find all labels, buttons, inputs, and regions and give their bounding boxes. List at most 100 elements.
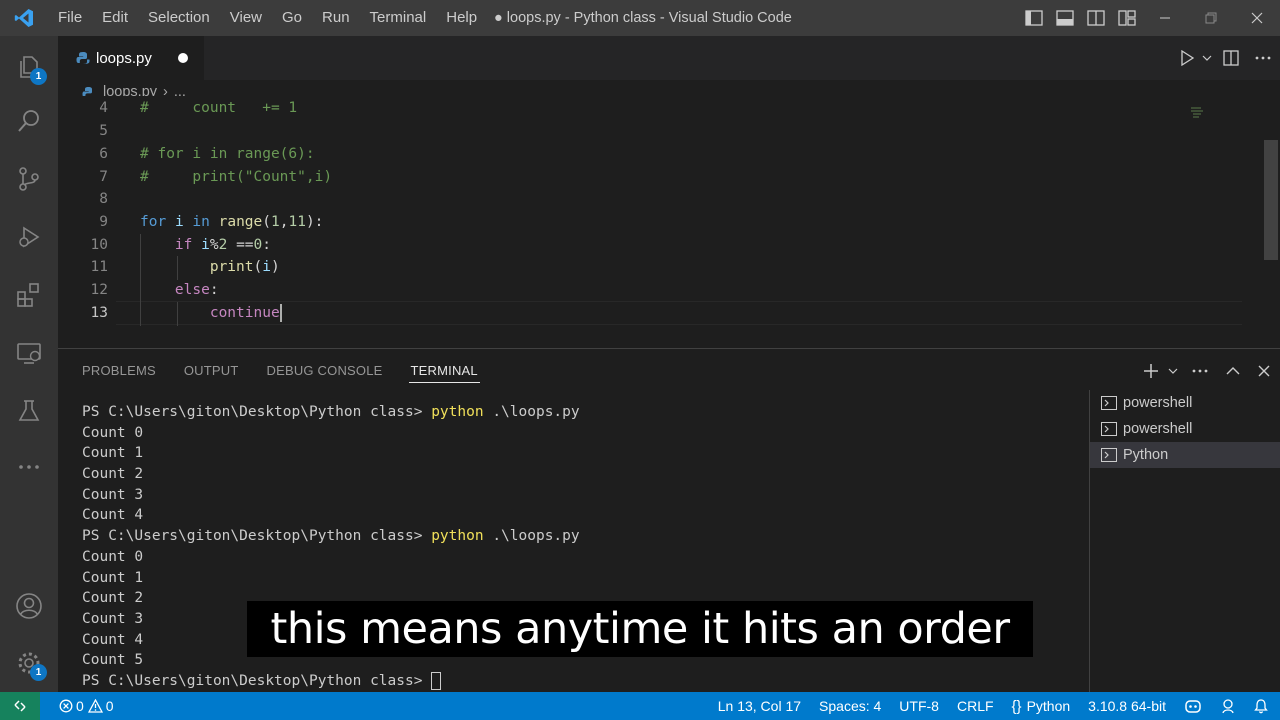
more-views-icon[interactable] <box>0 438 58 496</box>
menu-go[interactable]: Go <box>272 0 312 36</box>
code-line: 7 # print("Count",i) <box>99 169 333 185</box>
terminal-item-python[interactable]: Python <box>1090 442 1280 468</box>
toggle-panel-icon[interactable] <box>1049 0 1080 36</box>
warning-count: 0 <box>105 698 114 714</box>
terminal-line: Count 3 <box>82 486 144 503</box>
editor-tabs: loops.py <box>58 36 1280 80</box>
status-left: 0 0 <box>50 692 123 720</box>
error-count: 0 <box>76 698 84 714</box>
vscode-logo-icon <box>0 0 48 36</box>
text-cursor <box>279 304 282 322</box>
customize-layout-icon[interactable] <box>1111 0 1142 36</box>
terminal-line: Count 1 <box>82 569 144 586</box>
editor-scrollbar[interactable] <box>1264 140 1278 260</box>
copilot-icon[interactable] <box>1175 692 1211 720</box>
terminal-item-label: Python <box>1123 447 1169 463</box>
tab-problems[interactable]: PROBLEMS <box>58 349 170 393</box>
source-control-icon[interactable] <box>0 150 58 208</box>
terminal-icon <box>1101 396 1117 410</box>
code-line: 9 for i in range(1,11): <box>58 211 1264 234</box>
terminal-line: Count 2 <box>82 466 144 483</box>
window-title: ● loops.py - Python class - Visual Studi… <box>494 10 792 26</box>
problems-status[interactable]: 0 0 <box>50 692 123 720</box>
braces-icon: {} <box>1011 697 1022 715</box>
cursor-position[interactable]: Ln 13, Col 17 <box>709 692 810 720</box>
status-bar: 0 0 Ln 13, Col 17 Spaces: 4 UTF-8 CRLF {… <box>0 692 1280 720</box>
minimap[interactable] <box>1189 106 1205 120</box>
code-editor[interactable]: 4 # count += 1 5 6 # for i in range(6): 7 #… <box>58 96 1264 348</box>
terminal-line: Count 1 <box>82 445 144 462</box>
maximize-panel-chevron-up-icon[interactable] <box>1217 349 1248 393</box>
indent-guide <box>177 302 178 326</box>
menu-selection[interactable]: Selection <box>138 0 220 36</box>
terminal-dropdown-chevron-icon[interactable] <box>1163 349 1183 393</box>
code-text: print(i) <box>209 259 280 275</box>
menu-run[interactable]: Run <box>312 0 360 36</box>
tab-label: loops.py <box>96 49 152 67</box>
code-line: 11 print(i) <box>58 256 1264 279</box>
code-line: 4 # count += 1 <box>99 100 298 116</box>
unsaved-dot-icon[interactable] <box>178 53 188 63</box>
language-label: Python <box>1026 698 1071 714</box>
panel-tabs: PROBLEMS OUTPUT DEBUG CONSOLE TERMINAL <box>58 349 492 393</box>
extensions-icon[interactable] <box>0 266 58 324</box>
run-dropdown-chevron-icon[interactable] <box>1198 36 1216 80</box>
warning-icon <box>87 699 103 713</box>
close-window-icon[interactable] <box>1234 0 1280 36</box>
more-actions-icon[interactable] <box>1246 36 1280 80</box>
accounts-icon[interactable] <box>0 577 58 635</box>
menu-edit[interactable]: Edit <box>92 0 138 36</box>
terminal-list: powershell powershell Python <box>1089 390 1280 693</box>
tab-loops-py[interactable]: loops.py <box>58 36 204 80</box>
terminal-item-powershell-1[interactable]: powershell <box>1090 390 1280 416</box>
terminal-icon <box>1101 448 1117 462</box>
code-line: 10 if i%2 ==0: <box>58 234 1264 257</box>
manage-gear-icon[interactable]: 1 <box>0 634 58 692</box>
run-debug-icon[interactable] <box>0 208 58 266</box>
tab-debug-console[interactable]: DEBUG CONSOLE <box>253 349 397 393</box>
run-python-file-icon[interactable] <box>1176 36 1198 80</box>
minimize-icon[interactable] <box>1142 0 1188 36</box>
toggle-sidebar-icon[interactable] <box>1018 0 1049 36</box>
indent-guide <box>140 234 141 326</box>
title-controls <box>1018 0 1280 36</box>
code-text: continue <box>209 304 282 322</box>
python-interpreter[interactable]: 3.10.8 64-bit <box>1079 692 1175 720</box>
feedback-icon[interactable] <box>1211 692 1245 720</box>
new-terminal-plus-icon[interactable] <box>1139 349 1163 393</box>
notifications-bell-icon[interactable] <box>1245 692 1280 720</box>
tab-output[interactable]: OUTPUT <box>170 349 253 393</box>
terminal-line: Count 0 <box>82 424 144 441</box>
restore-icon[interactable] <box>1188 0 1234 36</box>
search-icon[interactable] <box>0 92 58 150</box>
terminal-cursor <box>431 671 442 690</box>
indent-guide <box>177 256 178 280</box>
split-editor-icon[interactable] <box>1216 36 1246 80</box>
activity-bar: 1 1 <box>0 36 58 692</box>
toggle-secondary-sidebar-icon[interactable] <box>1080 0 1111 36</box>
settings-badge: 1 <box>30 664 47 681</box>
language-mode[interactable]: {} Python <box>1003 692 1080 720</box>
panel-actions <box>1139 349 1280 393</box>
testing-icon[interactable] <box>0 382 58 440</box>
close-panel-icon[interactable] <box>1248 349 1280 393</box>
menu-help[interactable]: Help <box>436 0 487 36</box>
terminal-line: PS C:\Users\giton\Desktop\Python class> … <box>82 528 580 545</box>
explorer-icon[interactable]: 1 <box>0 38 58 96</box>
menu-view[interactable]: View <box>220 0 272 36</box>
remote-indicator-icon[interactable] <box>0 692 40 720</box>
encoding[interactable]: UTF-8 <box>890 692 948 720</box>
terminal-item-powershell-2[interactable]: powershell <box>1090 416 1280 442</box>
end-of-line[interactable]: CRLF <box>948 692 1003 720</box>
menu-terminal[interactable]: Terminal <box>360 0 437 36</box>
menu-file[interactable]: File <box>48 0 92 36</box>
code-text: for i in range(1,11): <box>140 214 324 230</box>
terminal-line: PS C:\Users\giton\Desktop\Python class> … <box>82 404 580 420</box>
panel-more-icon[interactable] <box>1183 349 1217 393</box>
terminal-icon <box>1101 422 1117 436</box>
tab-terminal[interactable]: TERMINAL <box>397 349 492 393</box>
terminal-line: Count 4 <box>82 507 144 524</box>
remote-explorer-icon[interactable] <box>0 324 58 382</box>
terminal-line: Count 0 <box>82 548 144 565</box>
indentation[interactable]: Spaces: 4 <box>810 692 890 720</box>
